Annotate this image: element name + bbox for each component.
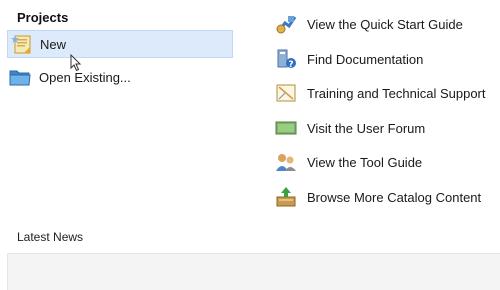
user-forum-link[interactable]: Visit the User Forum [275,114,425,142]
catalog-content-label: Browse More Catalog Content [307,189,482,205]
open-existing-label: Open Existing... [39,69,131,85]
quick-start-label: View the Quick Start Guide [307,16,463,32]
tool-guide-icon [275,151,297,173]
svg-text:?: ? [288,60,293,70]
catalog-content-link[interactable]: Browse More Catalog Content [275,183,481,211]
training-support-label: Training and Technical Support [307,85,486,101]
mouse-cursor-icon [70,54,82,72]
documentation-label: Find Documentation [307,51,424,67]
tool-guide-link[interactable]: View the Tool Guide [275,148,422,176]
training-support-link[interactable]: Training and Technical Support [275,79,486,107]
open-existing-item[interactable]: Open Existing... [7,63,131,91]
forum-icon [275,117,297,139]
documentation-link[interactable]: ? Find Documentation [275,45,423,73]
latest-news-title: Latest News [17,230,84,244]
quick-start-link[interactable]: View the Quick Start Guide [275,10,463,38]
new-project-item[interactable]: New [7,30,233,58]
catalog-icon [275,186,297,208]
tool-guide-label: View the Tool Guide [307,154,423,170]
training-icon [275,82,297,104]
documentation-icon: ? [275,48,297,70]
latest-news-panel [7,253,500,290]
quick-start-icon [275,13,297,35]
folder-icon [9,66,31,88]
new-project-icon [10,33,32,55]
user-forum-label: Visit the User Forum [307,120,426,136]
new-project-label: New [40,36,67,52]
projects-title: Projects [17,10,69,25]
